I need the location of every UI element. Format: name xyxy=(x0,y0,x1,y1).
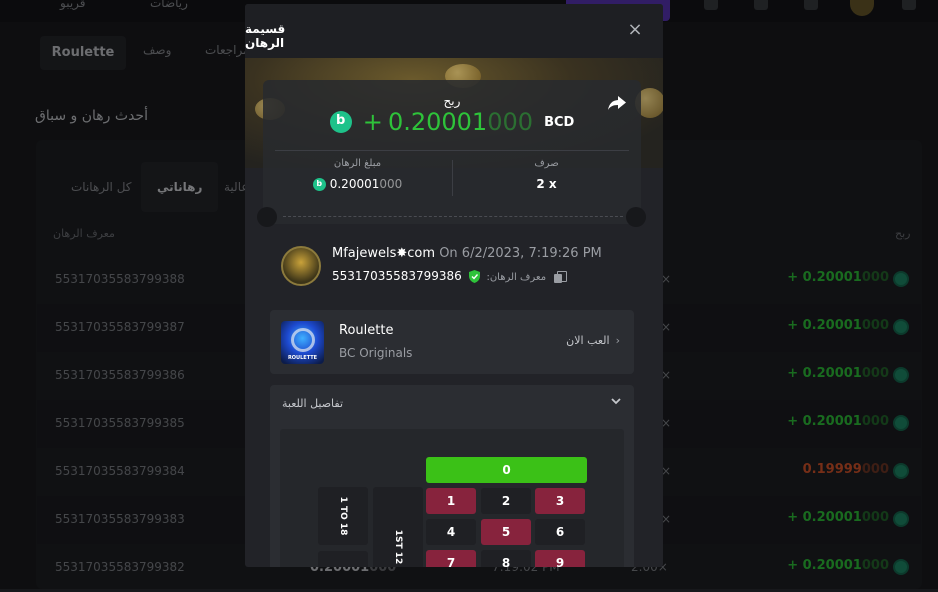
divider xyxy=(275,150,629,151)
roulette-cell-8: 8 xyxy=(481,550,531,567)
user-avatar[interactable] xyxy=(281,246,321,286)
bcd-coin-icon xyxy=(329,111,352,133)
username[interactable]: Mfajewels✸com xyxy=(332,246,435,261)
bet-amount-value: 0.20001000 xyxy=(263,177,452,191)
bet-id-value: 55317035583799386 xyxy=(332,269,462,283)
roulette-cell-0: 0 xyxy=(426,457,587,483)
game-provider: BC Originals xyxy=(339,346,413,360)
bet-amount-stat: مبلغ الرهان 0.20001000 xyxy=(263,158,452,191)
roulette-cell-2: 2 xyxy=(481,488,531,514)
close-button[interactable]: × xyxy=(625,20,645,40)
user-line: Mfajewels✸com On 6/2/2023, 7:19:26 PM xyxy=(332,246,602,261)
range-cell xyxy=(318,551,368,567)
payout-value: 2 x xyxy=(536,177,557,191)
win-amount: 0.20001000 xyxy=(387,108,533,136)
bet-slip-modal: قسيمة الرهان × ربح + 0.20001000 BCD مبلغ… xyxy=(245,4,663,567)
win-sign: + xyxy=(362,108,383,136)
modal-title: قسيمة الرهان xyxy=(245,22,286,50)
win-summary-card: ربح + 0.20001000 BCD مبلغ الرهان 0.20001… xyxy=(263,80,641,224)
currency-code: BCD xyxy=(544,114,575,130)
bet-amount-label: مبلغ الرهان xyxy=(333,158,382,169)
win-label: ربح xyxy=(443,94,461,108)
verified-shield-icon xyxy=(468,270,480,283)
dashed-divider xyxy=(283,216,623,217)
win-amount-row: + 0.20001000 BCD xyxy=(263,108,641,136)
modal-header: قسيمة الرهان × xyxy=(245,4,663,58)
roulette-cell-7: 7 xyxy=(426,550,476,567)
bet-id-row: معرف الرهان: 55317035583799386 xyxy=(332,269,567,283)
bcd-coin-icon xyxy=(312,178,326,191)
dozen-1st-label: 1ST 12 xyxy=(373,487,423,567)
range-1-18-label: 1 TO 18 xyxy=(318,487,368,545)
roulette-cell-9: 9 xyxy=(535,550,585,567)
copy-icon[interactable] xyxy=(553,270,567,283)
game-details-panel: تفاصيل اللعبة 1 TO 18 1ST 12 0 1 2 3 4 5… xyxy=(270,385,634,567)
game-name: Roulette xyxy=(339,323,394,338)
bet-id-label: معرف الرهان: xyxy=(486,272,547,283)
user-info: Mfajewels✸com On 6/2/2023, 7:19:26 PM مع… xyxy=(263,230,641,300)
roulette-cell-5: 5 xyxy=(481,519,531,545)
roulette-cell-3: 3 xyxy=(535,488,585,514)
payout-label: صرف xyxy=(534,158,559,169)
roulette-board: 1 TO 18 1ST 12 0 1 2 3 4 5 6 7 8 9 xyxy=(280,429,624,567)
roulette-thumbnail: ROULETTE xyxy=(281,321,324,364)
ticket-notch xyxy=(257,207,277,227)
roulette-cell-4: 4 xyxy=(426,519,476,545)
game-details-title[interactable]: تفاصيل اللعبة xyxy=(282,397,343,410)
payout-stat: صرف 2 x xyxy=(452,158,641,191)
chevron-down-icon[interactable] xyxy=(610,395,622,407)
ticket-notch xyxy=(626,207,646,227)
game-link-row[interactable]: ROULETTE Roulette BC Originals العب الان… xyxy=(270,310,634,374)
bet-timestamp: On 6/2/2023, 7:19:26 PM xyxy=(439,246,602,261)
play-now-link[interactable]: العب الان › xyxy=(566,334,620,347)
chevron-right-icon: › xyxy=(615,334,620,347)
roulette-cell-6: 6 xyxy=(535,519,585,545)
roulette-cell-1: 1 xyxy=(426,488,476,514)
